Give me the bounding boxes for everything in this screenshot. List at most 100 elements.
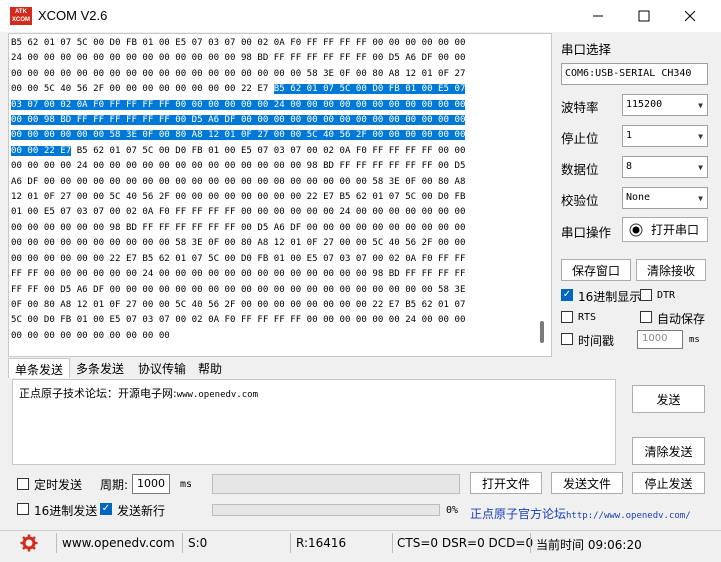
receive-line: 00 00 00 00 00 00 98 BD FF FF FF FF FF F… — [11, 221, 531, 236]
stop-send-button[interactable]: 停止发送 — [632, 472, 705, 494]
receive-line: B5 62 01 07 5C 00 D0 FB 01 00 E5 07 03 0… — [11, 36, 531, 51]
open-file-button[interactable]: 打开文件 — [470, 472, 542, 494]
status-url[interactable]: www.openedv.com — [62, 536, 175, 550]
receive-line: 01 00 E5 07 03 07 00 02 0A F0 FF FF FF F… — [11, 205, 531, 220]
open-port-button[interactable]: 打开串口 — [622, 217, 708, 242]
tab-multi-send[interactable]: 多条发送 — [70, 358, 132, 378]
receive-line: 00 00 00 00 00 00 58 3E 0F 00 80 A8 12 0… — [11, 128, 531, 143]
receive-area[interactable]: B5 62 01 07 5C 00 D0 FB 01 00 E5 07 03 0… — [8, 33, 552, 357]
receive-line-text: 5C 00 D0 FB 01 00 E5 07 03 07 00 02 0A F… — [11, 315, 466, 326]
receive-line: FF FF 00 00 00 00 00 00 24 00 00 00 00 0… — [11, 267, 531, 282]
send-newline-checkbox[interactable]: ✓ — [100, 503, 112, 515]
receive-line-selection: 00 00 22 E7 — [11, 145, 72, 156]
rts-label: RTS — [578, 312, 597, 323]
status-bar: www.openedv.com S:0 R:16416 CTS=0 DSR=0 … — [0, 530, 721, 555]
receive-line-text: 00 00 00 00 00 00 98 BD FF FF FF FF FF F… — [11, 222, 466, 233]
receive-line-text: 00 00 00 00 24 00 00 00 00 00 00 00 00 0… — [11, 161, 466, 172]
receive-line: 00 00 00 00 00 00 00 00 00 00 58 3E 0F 0… — [11, 236, 531, 251]
receive-line-text: 12 01 0F 27 00 00 5C 40 56 2F 00 00 00 0… — [11, 192, 466, 203]
receive-line-text: B5 62 01 07 5C 00 D0 FB 01 00 E5 07 03 0… — [71, 145, 466, 156]
receive-scrollbar[interactable] — [534, 34, 551, 356]
receive-line: 00 00 22 E7 B5 62 01 07 5C 00 D0 FB 01 0… — [11, 144, 531, 159]
tab-single-send[interactable]: 单条发送 — [8, 358, 70, 378]
receive-line-text: 00 00 00 00 00 00 00 00 00 00 58 3E 0F 0… — [11, 238, 466, 249]
hex-send-label: 16进制发送 — [34, 504, 98, 518]
receive-line-selection: 00 00 00 00 00 00 58 3E 0F 00 80 A8 12 0… — [11, 130, 466, 141]
parity-select-value: None — [626, 192, 651, 203]
timed-send-label: 定时发送 — [34, 478, 83, 492]
clear-receive-button[interactable]: 清除接收 — [636, 259, 706, 281]
parity-label: 校验位 — [561, 193, 599, 208]
receive-line-text: FF FF 00 00 00 00 00 00 24 00 00 00 00 0… — [11, 269, 466, 280]
parity-select[interactable]: None ▼ — [622, 187, 708, 209]
maximize-button[interactable] — [621, 0, 667, 32]
status-separator — [56, 533, 57, 553]
receive-line: 5C 00 D0 FB 01 00 E5 07 03 07 00 02 0A F… — [11, 313, 531, 328]
receive-line: 00 00 00 00 00 00 00 00 00 00 — [11, 329, 531, 344]
progress-percent: 0% — [446, 505, 459, 516]
receive-line-text: 01 00 E5 07 03 07 00 02 0A F0 FF FF FF F… — [11, 207, 466, 218]
chevron-down-icon: ▼ — [698, 194, 703, 203]
receive-text[interactable]: B5 62 01 07 5C 00 D0 FB 01 00 E5 07 03 0… — [11, 36, 531, 344]
receive-line: A6 DF 00 00 00 00 00 00 00 00 00 00 00 0… — [11, 175, 531, 190]
save-window-button[interactable]: 保存窗口 — [561, 259, 631, 281]
receive-line: 00 00 00 00 00 00 00 00 00 00 00 00 00 0… — [11, 67, 531, 82]
baud-select[interactable]: 115200 ▼ — [622, 94, 708, 116]
chevron-down-icon: ▼ — [698, 132, 703, 141]
timestamp-checkbox[interactable] — [561, 333, 573, 345]
radio-dot-icon — [629, 223, 643, 236]
autosave-label: 自动保存 — [657, 312, 706, 326]
port-select[interactable]: COM6:USB-SERIAL CH340 — [561, 63, 708, 85]
receive-line: 0F 00 80 A8 12 01 0F 27 00 00 5C 40 56 2… — [11, 298, 531, 313]
rts-checkbox[interactable] — [561, 311, 573, 323]
send-progress-top — [212, 474, 460, 494]
receive-line: FF FF 00 D5 A6 DF 00 00 00 00 00 00 00 0… — [11, 283, 531, 298]
minimize-button[interactable] — [575, 0, 621, 32]
receive-line: 00 00 00 00 00 00 22 E7 B5 62 01 07 5C 0… — [11, 252, 531, 267]
send-button[interactable]: 发送 — [632, 385, 705, 413]
receive-line-text: B5 62 01 07 5C 00 D0 FB 01 00 E5 07 03 0… — [11, 38, 466, 48]
databits-select[interactable]: 8 ▼ — [622, 156, 708, 178]
open-port-label: 打开串口 — [651, 223, 700, 237]
receive-line-text: 00 00 00 00 00 00 00 00 00 00 00 00 00 0… — [11, 68, 466, 79]
stopbits-select[interactable]: 1 ▼ — [622, 125, 708, 147]
dtr-label: DTR — [657, 290, 676, 301]
period-unit: ms — [180, 479, 193, 490]
hex-send-checkbox[interactable] — [17, 503, 29, 515]
send-input[interactable]: 正点原子技术论坛：开源电子网:www.openedv.com — [12, 379, 616, 465]
send-newline-label: 发送新行 — [117, 504, 166, 518]
dtr-checkbox[interactable] — [640, 289, 652, 301]
status-sent-count: S:0 — [188, 536, 208, 550]
close-button[interactable] — [667, 0, 713, 32]
period-label: 周期: — [100, 478, 129, 492]
tab-help[interactable]: 帮助 — [192, 358, 232, 378]
send-text: 正点原子技术论坛：开源电子网:www.openedv.com — [19, 385, 258, 401]
chevron-down-icon: ▼ — [698, 163, 703, 172]
hex-display-checkbox[interactable]: ✓ — [561, 289, 573, 301]
port-select-value: COM6:USB-SERIAL CH340 — [565, 68, 692, 79]
timestamp-interval-input[interactable]: 1000 — [637, 330, 683, 349]
databits-select-value: 8 — [626, 161, 633, 172]
autosave-checkbox[interactable] — [640, 311, 652, 323]
send-text-url: www.openedv.com — [176, 390, 258, 400]
gear-icon[interactable] — [20, 534, 38, 552]
minimize-icon — [593, 15, 603, 17]
clear-send-button[interactable]: 清除发送 — [632, 437, 705, 465]
stopbits-label: 停止位 — [561, 131, 599, 146]
status-separator — [530, 533, 531, 553]
port-op-label: 串口操作 — [561, 225, 612, 240]
send-file-button[interactable]: 发送文件 — [551, 472, 623, 494]
status-time: 当前时间 09:06:20 — [536, 538, 642, 552]
send-progress-bar — [212, 504, 440, 516]
receive-line: 00 00 5C 40 56 2F 00 00 00 00 00 00 00 0… — [11, 82, 531, 97]
close-icon — [684, 10, 696, 22]
forum-link[interactable]: 正点原子官方论坛http://www.openedv.com/ — [470, 505, 691, 522]
receive-line-selection: 00 00 98 BD FF FF FF FF FF FF 00 D5 A6 D… — [11, 115, 466, 126]
hex-display-label: 16进制显示 — [578, 290, 642, 304]
receive-line: 24 00 00 00 00 00 00 00 00 00 00 00 00 0… — [11, 51, 531, 66]
timed-send-checkbox[interactable] — [17, 478, 29, 490]
period-input[interactable]: 1000 — [132, 474, 170, 494]
forum-link-text: 正点原子官方论坛 — [470, 507, 567, 521]
scrollbar-thumb[interactable] — [540, 321, 544, 343]
tab-protocol[interactable]: 协议传输 — [132, 358, 192, 378]
